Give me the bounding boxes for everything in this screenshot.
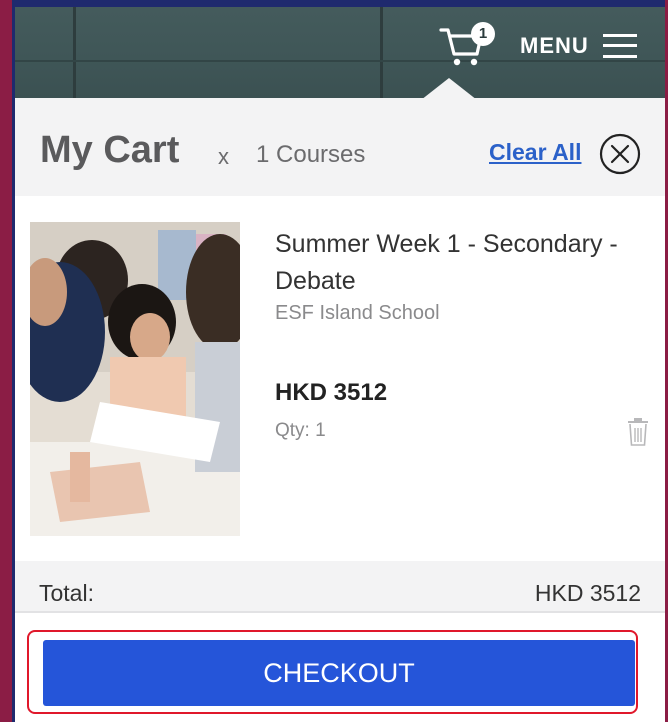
- cart-header: My Cart x 1 Courses Clear All: [15, 98, 665, 196]
- course-image: [30, 222, 240, 536]
- course-name[interactable]: Summer Week 1 - Secondary - Debate: [275, 226, 655, 300]
- cart-count-badge: 1: [471, 22, 495, 46]
- cart-course-count: 1 Courses: [256, 141, 366, 168]
- header-decor-line: [380, 7, 383, 98]
- cart-dropdown: My Cart x 1 Courses Clear All Summer Wee…: [15, 98, 665, 722]
- total-label: Total:: [39, 580, 94, 606]
- close-cart-button[interactable]: [599, 133, 641, 175]
- header: 1 MENU: [15, 0, 665, 98]
- course-quantity: Qty: 1: [275, 420, 326, 441]
- checkout-highlight: CHECKOUT: [27, 630, 638, 714]
- course-price: HKD 3512: [275, 379, 388, 406]
- cart-title: My Cart: [40, 129, 180, 171]
- trash-icon: [628, 418, 648, 446]
- cart-button[interactable]: 1: [439, 22, 495, 70]
- cart-multiplier: x: [218, 144, 229, 169]
- circle-x-icon: [599, 133, 641, 175]
- menu-button[interactable]: MENU: [520, 28, 637, 64]
- remove-item-button[interactable]: [627, 418, 649, 446]
- header-top-line: [15, 0, 665, 7]
- total-value: HKD 3512: [534, 580, 641, 606]
- clear-all-link[interactable]: Clear All: [489, 139, 581, 166]
- course-school: ESF Island School: [275, 302, 440, 324]
- menu-label: MENU: [520, 33, 589, 58]
- cart-total-bar: Total: HKD 3512: [15, 561, 665, 613]
- header-decor-line: [73, 7, 76, 98]
- dropdown-pointer: [421, 78, 477, 100]
- screen: 1 MENU My Cart x 1 Courses Clear All Sum…: [0, 0, 668, 722]
- hamburger-icon: [602, 33, 637, 59]
- checkout-button[interactable]: CHECKOUT: [43, 640, 635, 706]
- students-photo: [30, 222, 240, 536]
